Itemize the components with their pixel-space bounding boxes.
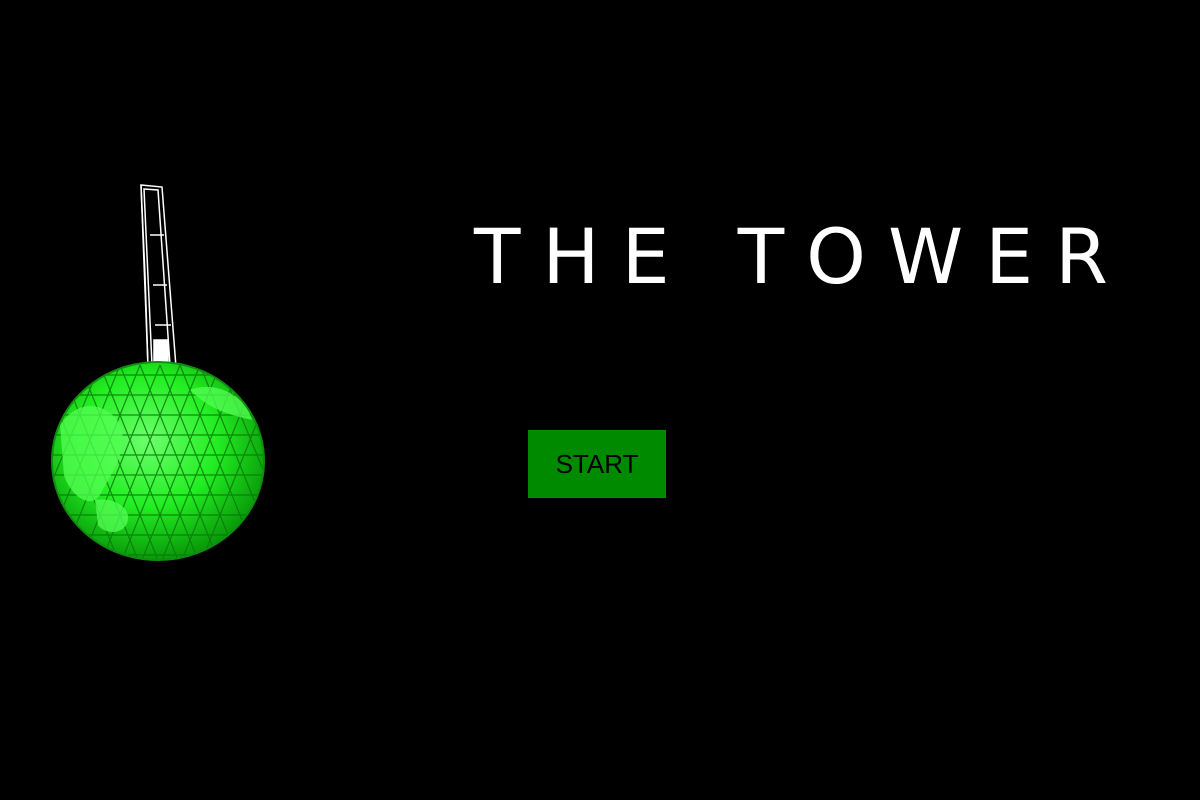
globe: [51, 361, 265, 561]
start-button[interactable]: START: [528, 430, 666, 498]
spire: [140, 184, 177, 368]
title-screen: THE TOWER START: [0, 0, 1200, 800]
game-title: THE TOWER: [474, 212, 1130, 301]
tower-globe-icon: [51, 184, 265, 561]
